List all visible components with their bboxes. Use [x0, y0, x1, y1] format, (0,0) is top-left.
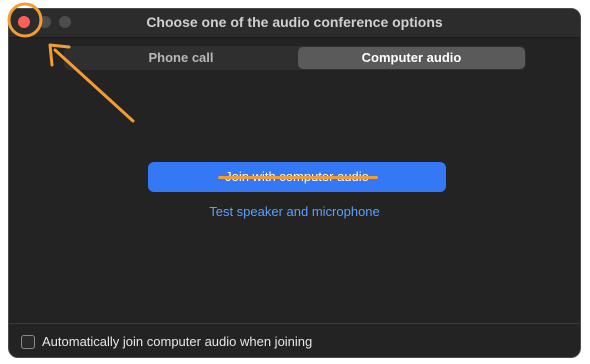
dialog-window: Choose one of the audio conference optio… — [8, 8, 581, 358]
auto-join-checkbox[interactable] — [21, 335, 35, 349]
footer: Automatically join computer audio when j… — [9, 323, 580, 357]
join-with-computer-audio-button[interactable]: Join with computer audio — [148, 162, 446, 192]
tab-computer-audio[interactable]: Computer audio — [298, 47, 525, 69]
audio-option-tabs: Phone call Computer audio — [64, 46, 526, 70]
titlebar: Choose one of the audio conference optio… — [9, 9, 580, 38]
test-speaker-microphone-link[interactable]: Test speaker and microphone — [9, 204, 580, 219]
tab-phone-call[interactable]: Phone call — [64, 47, 298, 69]
window-title: Choose one of the audio conference optio… — [146, 14, 443, 30]
strikethrough-annotation — [218, 176, 378, 179]
auto-join-label[interactable]: Automatically join computer audio when j… — [42, 334, 312, 349]
